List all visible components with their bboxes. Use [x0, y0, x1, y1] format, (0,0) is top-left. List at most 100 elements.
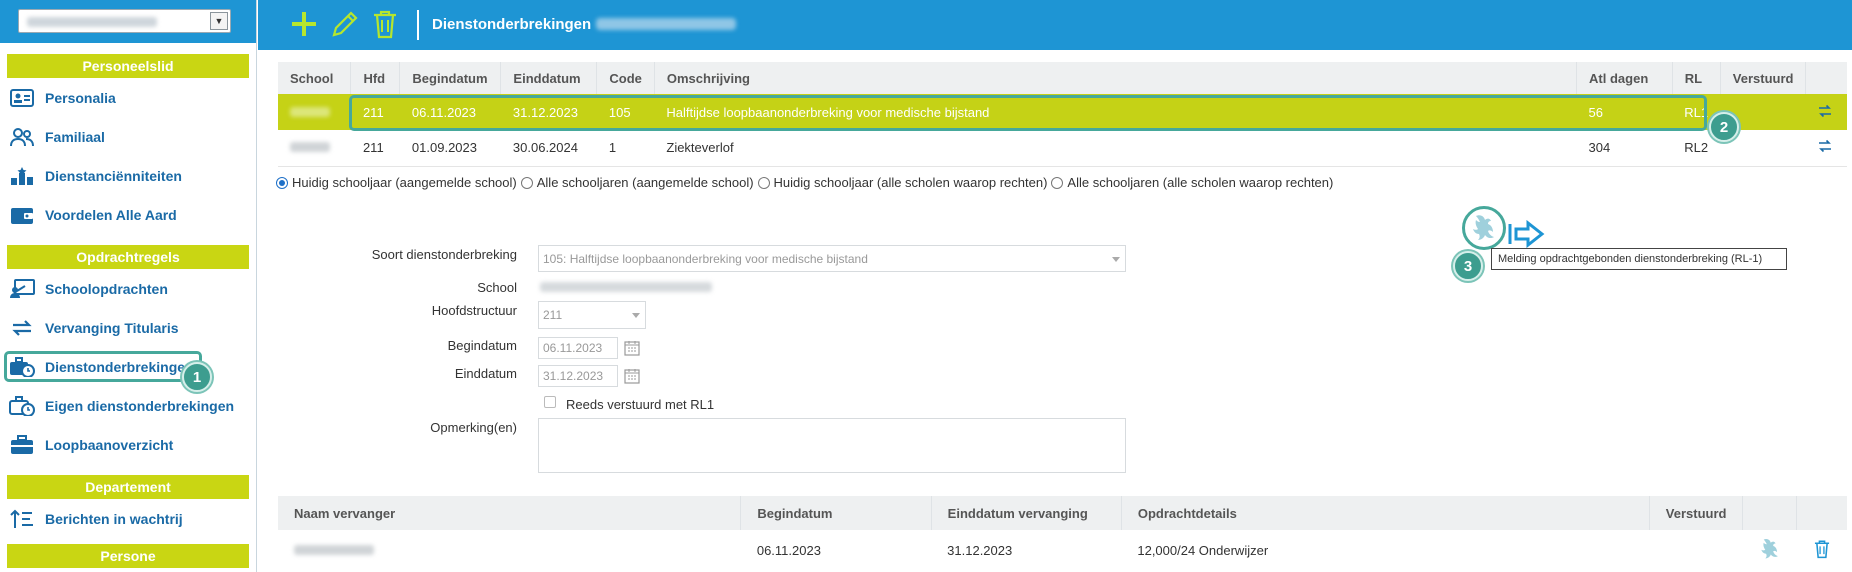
trash-icon: [374, 10, 396, 39]
action-cell: [1797, 530, 1847, 570]
flemish-lion-icon[interactable]: [1759, 536, 1781, 562]
reeds-verstuurd-checkbox[interactable]: [544, 396, 556, 408]
sidebar-item-schoolopdrachten[interactable]: Schoolopdrachten: [0, 269, 256, 308]
sidebar-item-dienstancienniteiten[interactable]: Dienstanciënniteiten: [0, 156, 256, 195]
chevron-down-icon[interactable]: ▼: [210, 12, 228, 30]
opmerkingen-textarea[interactable]: [538, 418, 1126, 473]
bar-chart-icon: [9, 165, 35, 187]
table-row[interactable]: 06.11.2023 31.12.2023 12,000/24 Onderwij…: [278, 530, 1847, 570]
omschrijving-cell: Ziekteverlof: [654, 130, 1577, 167]
column-header-action-b: [1796, 496, 1847, 530]
calendar-icon[interactable]: [624, 368, 640, 384]
begindatum-input[interactable]: 06.11.2023: [538, 337, 618, 359]
action-cell: [1805, 94, 1847, 130]
begindatum-cell: 06.11.2023: [756, 542, 821, 558]
sort-list-icon: [9, 508, 35, 530]
column-header-naam-vervanger[interactable]: Naam vervanger: [278, 496, 742, 530]
column-header-atl-dagen[interactable]: Atl dagen: [1576, 62, 1673, 94]
naam-vervanger-cell-redacted: [278, 530, 741, 570]
column-header-action-a: [1742, 496, 1798, 530]
sidebar-item-label: Schoolopdrachten: [45, 280, 168, 297]
callout-badge: 2: [1709, 112, 1739, 142]
column-header-actions: [1805, 62, 1847, 94]
school-cell-redacted: [278, 130, 351, 167]
atl-dagen-cell: 304: [1576, 130, 1673, 167]
sidebar-item-familiaal[interactable]: Familiaal: [0, 117, 256, 156]
opdrachtdetails-cell: 12,000/24 Onderwijzer: [1137, 542, 1269, 558]
column-header-begindatum[interactable]: Begindatum: [740, 496, 932, 530]
radio-huidig-aangemeld[interactable]: Huidig schooljaar (aangemelde school): [276, 175, 517, 190]
column-header-einddatum-vervanging[interactable]: Einddatum vervanging: [931, 496, 1122, 530]
sidebar-item-label: Vervanging Titularis: [45, 319, 179, 336]
sidebar-item-label: Loopbaanoverzicht: [45, 436, 174, 453]
person-select[interactable]: ▼: [18, 9, 231, 33]
sidebar: ▼ Personeelslid Personalia Familiaal Die…: [0, 0, 257, 572]
flemish-lion-icon[interactable]: [1470, 212, 1498, 244]
school-cell-redacted: [278, 94, 351, 130]
callout-badge: 3: [1453, 251, 1483, 281]
soort-select[interactable]: 105: Halftijdse loopbaanonderbreking voo…: [538, 245, 1126, 272]
radio-alle-aangemeld[interactable]: Alle schooljaren (aangemelde school): [520, 175, 754, 190]
sidebar-item-berichten[interactable]: Berichten in wachtrij: [0, 499, 256, 538]
calendar-icon[interactable]: [624, 340, 640, 356]
pencil-icon: [332, 11, 358, 37]
column-header-verstuurd[interactable]: Verstuurd: [1649, 496, 1744, 530]
callout-highlight-2: [349, 95, 1707, 131]
toolbar-divider: [417, 10, 419, 40]
sidebar-item-label: Dienstanciënniteiten: [45, 167, 182, 184]
einddatum-cell: 31.12.2023: [947, 542, 1013, 558]
reeds-verstuurd-label: Reeds verstuurd met RL1: [566, 397, 715, 412]
sidebar-item-label: Personalia: [45, 89, 116, 106]
vervangers-table: Naam vervanger Begindatum Einddatum verv…: [278, 496, 1847, 570]
action-cell: [1805, 130, 1847, 167]
sidebar-item-personalia[interactable]: Personalia: [0, 78, 256, 117]
hoofdstructuur-label: Hoofdstructuur: [431, 303, 517, 318]
edit-button[interactable]: [329, 8, 361, 40]
hoofdstructuur-select[interactable]: 211: [538, 301, 646, 329]
column-header-hfd[interactable]: Hfd: [350, 62, 401, 94]
school-value-redacted: [540, 282, 712, 292]
chevron-down-icon: [632, 313, 640, 318]
column-header-rl[interactable]: RL: [1672, 62, 1721, 94]
begindatum-cell: 01.09.2023: [399, 130, 501, 167]
swap-arrows-icon[interactable]: [1818, 139, 1832, 153]
tooltip: Melding opdrachtgebonden dienstonderbrek…: [1491, 248, 1787, 270]
column-header-verstuurd[interactable]: Verstuurd: [1720, 62, 1807, 94]
radio-huidig-alle-scholen[interactable]: Huidig schooljaar (alle scholen waarop r…: [757, 175, 1047, 190]
teacher-board-icon: [9, 278, 35, 300]
swap-arrows-icon[interactable]: [1818, 104, 1832, 118]
column-header-school[interactable]: School: [278, 62, 352, 94]
page-subtitle-redacted: [596, 18, 736, 30]
verstuurd-cell: [1649, 530, 1743, 570]
column-header-code[interactable]: Code: [596, 62, 655, 94]
arrow-right-icon[interactable]: [1508, 220, 1546, 248]
sidebar-item-voordelen[interactable]: Voordelen Alle Aard: [0, 195, 256, 234]
column-header-begindatum[interactable]: Begindatum: [399, 62, 502, 94]
einddatum-input[interactable]: 31.12.2023: [538, 365, 618, 387]
action-cell: [1743, 530, 1797, 570]
column-header-einddatum[interactable]: Einddatum: [500, 62, 598, 94]
briefcase-icon: [9, 434, 35, 456]
delete-button[interactable]: [369, 8, 401, 40]
sidebar-item-label: Eigen dienstonderbrekingen: [45, 397, 235, 414]
filter-radio-group: Huidig schooljaar (aangemelde school) Al…: [276, 175, 1337, 190]
column-header-opdrachtdetails[interactable]: Opdrachtdetails: [1121, 496, 1650, 530]
sidebar-item-loopbaanoverzicht[interactable]: Loopbaanoverzicht: [0, 425, 256, 464]
column-header-omschrijving[interactable]: Omschrijving: [654, 62, 1578, 94]
trash-icon[interactable]: [1813, 539, 1831, 559]
sidebar-item-vervanging-titularis[interactable]: Vervanging Titularis: [0, 308, 256, 347]
section-header-departement: Departement: [7, 475, 249, 499]
code-cell: 1: [596, 130, 655, 167]
sidebar-item-dienstonderbrekingen[interactable]: Dienstonderbrekingen 1: [0, 347, 256, 392]
radio-alle-alle-scholen[interactable]: Alle schooljaren (alle scholen waarop re…: [1051, 175, 1333, 190]
person-select-value-redacted: [27, 17, 157, 27]
users-icon: [9, 126, 35, 148]
section-header-personeelslid: Personeelslid: [7, 54, 249, 78]
section-header-persone: Persone: [7, 544, 249, 568]
sidebar-item-label: Voordelen Alle Aard: [45, 206, 177, 223]
sidebar-item-eigen-dienstonderbrekingen[interactable]: Eigen dienstonderbrekingen: [0, 386, 256, 425]
add-button[interactable]: [288, 8, 320, 40]
einddatum-cell: 30.06.2024: [500, 130, 597, 167]
table-row[interactable]: 211 01.09.2023 30.06.2024 1 Ziekteverlof…: [278, 130, 1847, 167]
callout-highlight-1: [4, 351, 202, 382]
